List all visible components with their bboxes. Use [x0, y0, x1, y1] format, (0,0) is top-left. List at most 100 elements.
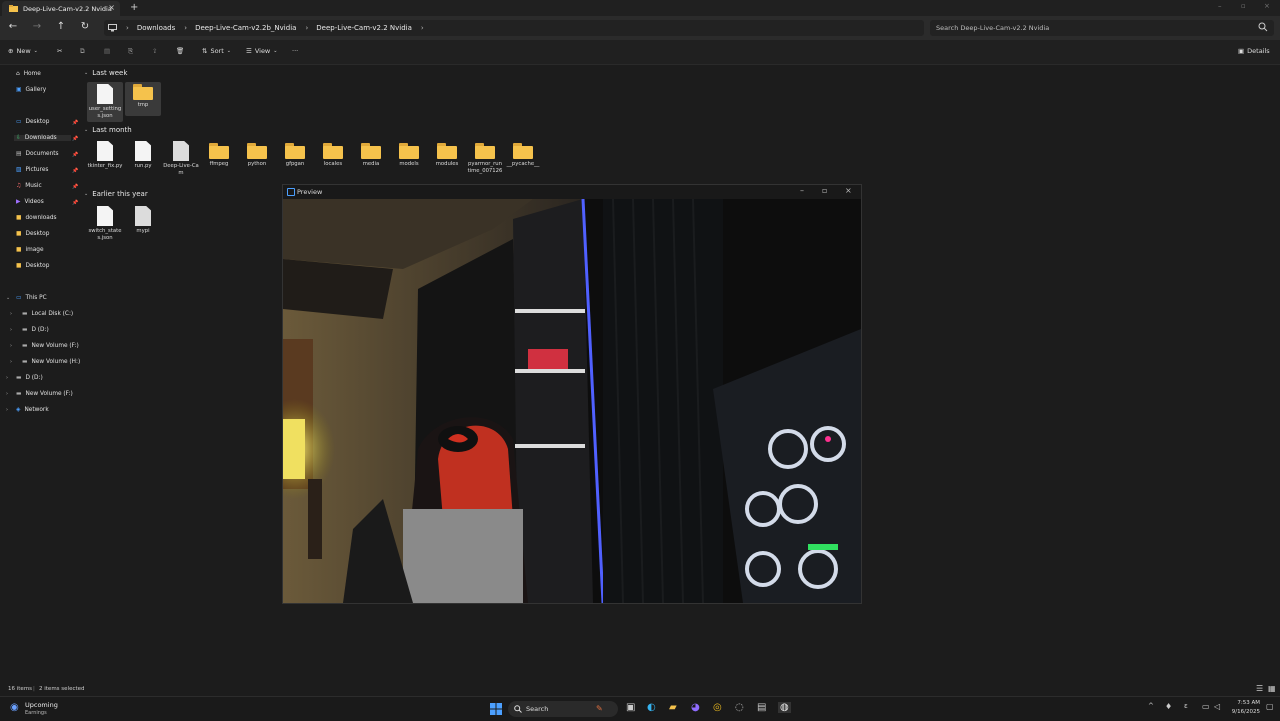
- back-icon[interactable]: ←: [6, 21, 20, 32]
- folder-pycache[interactable]: __pycache__: [505, 141, 541, 168]
- network-status-icon[interactable]: ▭: [1202, 702, 1210, 711]
- file-mypi[interactable]: mypi: [125, 206, 161, 235]
- copy-icon[interactable]: ⧉: [80, 47, 85, 56]
- folder-python[interactable]: python: [239, 141, 275, 168]
- maximize-icon[interactable]: ▫: [822, 186, 827, 195]
- folder-modules[interactable]: modules: [429, 141, 465, 168]
- sidebar-item-downloads[interactable]: ⇩ Downloads: [14, 135, 71, 141]
- file-run-py[interactable]: run.py: [125, 141, 161, 170]
- chevron-right-icon[interactable]: ›: [10, 343, 12, 349]
- sidebar-item-music[interactable]: ♫ Music: [16, 183, 42, 189]
- file-user-settings[interactable]: user_settings.json: [87, 82, 123, 122]
- details-button[interactable]: ▣ Details: [1238, 47, 1270, 55]
- paste-icon[interactable]: ▤: [104, 47, 110, 55]
- chevron-down-icon[interactable]: ⌄: [6, 295, 10, 301]
- chevron-right-icon[interactable]: ›: [6, 407, 8, 413]
- sidebar-item-desktop-folder[interactable]: ■ Desktop: [16, 231, 49, 237]
- view-button[interactable]: ☰ View ⌄: [246, 47, 277, 55]
- file-tkinter-fix[interactable]: tkinter_fix.py: [87, 141, 123, 170]
- folder-media[interactable]: media: [353, 141, 389, 168]
- share-icon[interactable]: ⇪: [152, 47, 157, 55]
- folder-gfpgan[interactable]: gfpgan: [277, 141, 313, 168]
- notification-icon[interactable]: ▢: [1266, 702, 1274, 711]
- chrome-icon[interactable]: ◎: [713, 702, 722, 713]
- forward-icon[interactable]: →: [30, 21, 44, 32]
- terminal-icon[interactable]: ▤: [757, 702, 766, 713]
- breadcrumb-deep-live-cam-b[interactable]: Deep-Live-Cam-v2.2b_Nvidia: [195, 24, 296, 32]
- deep-live-cam-app-icon[interactable]: ◍: [778, 702, 791, 713]
- tiles-view-icon[interactable]: ▦: [1268, 684, 1276, 693]
- folder-pyarmor-runtime[interactable]: pyarmor_runtime_007126: [467, 141, 503, 176]
- chevron-right-icon[interactable]: ›: [10, 311, 12, 317]
- breadcrumb-deep-live-cam[interactable]: Deep-Live-Cam-v2.2 Nvidia: [316, 24, 412, 32]
- file-explorer-icon[interactable]: ▰: [669, 702, 677, 713]
- sidebar-item-d-drive[interactable]: ▬ D (D:): [16, 375, 43, 381]
- details-view-icon[interactable]: ☰: [1256, 684, 1263, 693]
- maximize-icon[interactable]: ▫: [1241, 2, 1246, 10]
- chevron-up-icon[interactable]: ^: [1148, 702, 1154, 710]
- edge-icon[interactable]: ◐: [647, 702, 656, 713]
- breadcrumb-downloads[interactable]: Downloads: [137, 24, 175, 32]
- sidebar-item-videos[interactable]: ▶ Videos: [16, 199, 44, 205]
- new-button[interactable]: ⊕ New ⌄: [8, 47, 38, 55]
- language-icon[interactable]: ε: [1184, 702, 1188, 710]
- group-header-last-week[interactable]: ⌄ Last week: [84, 69, 127, 77]
- minimize-icon[interactable]: –: [1218, 2, 1222, 10]
- sidebar-item-home[interactable]: ⌂ Home: [16, 71, 41, 77]
- sidebar-item-image-folder[interactable]: ■ image: [16, 247, 44, 253]
- more-options-button[interactable]: ···: [292, 47, 298, 55]
- sort-button[interactable]: ⇅ Sort ⌄: [202, 47, 231, 55]
- widget-title[interactable]: Upcoming: [25, 701, 58, 709]
- windows-start-icon[interactable]: [490, 703, 502, 715]
- preview-window[interactable]: Preview – ▫ ×: [282, 184, 862, 604]
- sidebar-item-drive-d[interactable]: ▬ D (D:): [22, 327, 49, 333]
- address-bar[interactable]: › Downloads › Deep-Live-Cam-v2.2b_Nvidia…: [104, 20, 924, 36]
- volume-icon[interactable]: ◁: [1214, 702, 1220, 711]
- close-icon[interactable]: ×: [845, 186, 852, 195]
- new-tab-button[interactable]: +: [130, 2, 138, 13]
- obs-icon[interactable]: ◌: [735, 702, 744, 713]
- task-view-icon[interactable]: ▣: [626, 702, 635, 713]
- file-deep-live-cam[interactable]: Deep-Live-Cam: [163, 141, 199, 178]
- sidebar-item-pictures[interactable]: ▨ Pictures: [16, 167, 48, 173]
- sidebar-item-network[interactable]: ◈ Network: [16, 407, 49, 413]
- sidebar-item-downloads-folder[interactable]: ■ downloads: [16, 215, 57, 221]
- minimize-icon[interactable]: –: [800, 186, 804, 195]
- sidebar-item-documents[interactable]: ▤ Documents: [16, 151, 59, 157]
- cut-icon[interactable]: ✂: [57, 47, 62, 55]
- group-header-earlier-this-year[interactable]: ⌄ Earlier this year: [84, 190, 148, 198]
- chevron-right-icon[interactable]: ›: [10, 359, 12, 365]
- sidebar-item-volume-f[interactable]: ▬ New Volume (F:): [22, 343, 79, 349]
- refresh-icon[interactable]: ↻: [78, 21, 92, 32]
- folder-models[interactable]: models: [391, 141, 427, 168]
- sidebar-item-volume-h[interactable]: ▬ New Volume (H:): [22, 359, 80, 365]
- sidebar-item-gallery[interactable]: ▣ Gallery: [16, 87, 46, 93]
- folder-ffmpeg[interactable]: ffmpeg: [201, 141, 237, 168]
- weather-icon[interactable]: ◉: [10, 702, 19, 713]
- sidebar-item-local-disk-c[interactable]: ▬ Local Disk (C:): [22, 311, 73, 317]
- file-switch-states[interactable]: switch_states.json: [87, 206, 123, 243]
- sidebar-item-this-pc[interactable]: ▭ This PC: [16, 295, 47, 301]
- chevron-right-icon[interactable]: ›: [6, 375, 8, 381]
- taskbar-search[interactable]: Search ✎: [508, 701, 618, 717]
- up-icon[interactable]: ↑: [54, 21, 68, 32]
- close-window-icon[interactable]: ×: [1264, 2, 1270, 10]
- folder-locales[interactable]: locales: [315, 141, 351, 168]
- sidebar-item-new-volume-f[interactable]: ▬ New Volume (F:): [16, 391, 73, 397]
- chevron-right-icon[interactable]: ›: [6, 391, 8, 397]
- clock-date[interactable]: 9/16/2025: [1230, 709, 1260, 715]
- delete-icon[interactable]: 🗑: [176, 47, 184, 55]
- discord-icon[interactable]: ◕: [691, 702, 700, 713]
- sidebar-item-desktop-folder-2[interactable]: ■ Desktop: [16, 263, 49, 269]
- sidebar-label: Network: [24, 407, 49, 413]
- microphone-icon[interactable]: ♦: [1165, 702, 1172, 711]
- folder-tmp[interactable]: tmp: [125, 82, 161, 116]
- rename-icon[interactable]: ⎘: [128, 47, 133, 56]
- group-header-last-month[interactable]: ⌄ Last month: [84, 126, 132, 134]
- close-tab-icon[interactable]: ×: [108, 3, 115, 12]
- tab-explorer[interactable]: Deep-Live-Cam-v2.2 Nvidia ×: [2, 1, 120, 16]
- chevron-right-icon[interactable]: ›: [10, 327, 12, 333]
- sidebar-item-desktop[interactable]: ▭ Desktop: [16, 119, 49, 125]
- search-input[interactable]: Search Deep-Live-Cam-v2.2 Nvidia: [930, 20, 1274, 36]
- clock-time[interactable]: 7:53 AM: [1234, 700, 1260, 706]
